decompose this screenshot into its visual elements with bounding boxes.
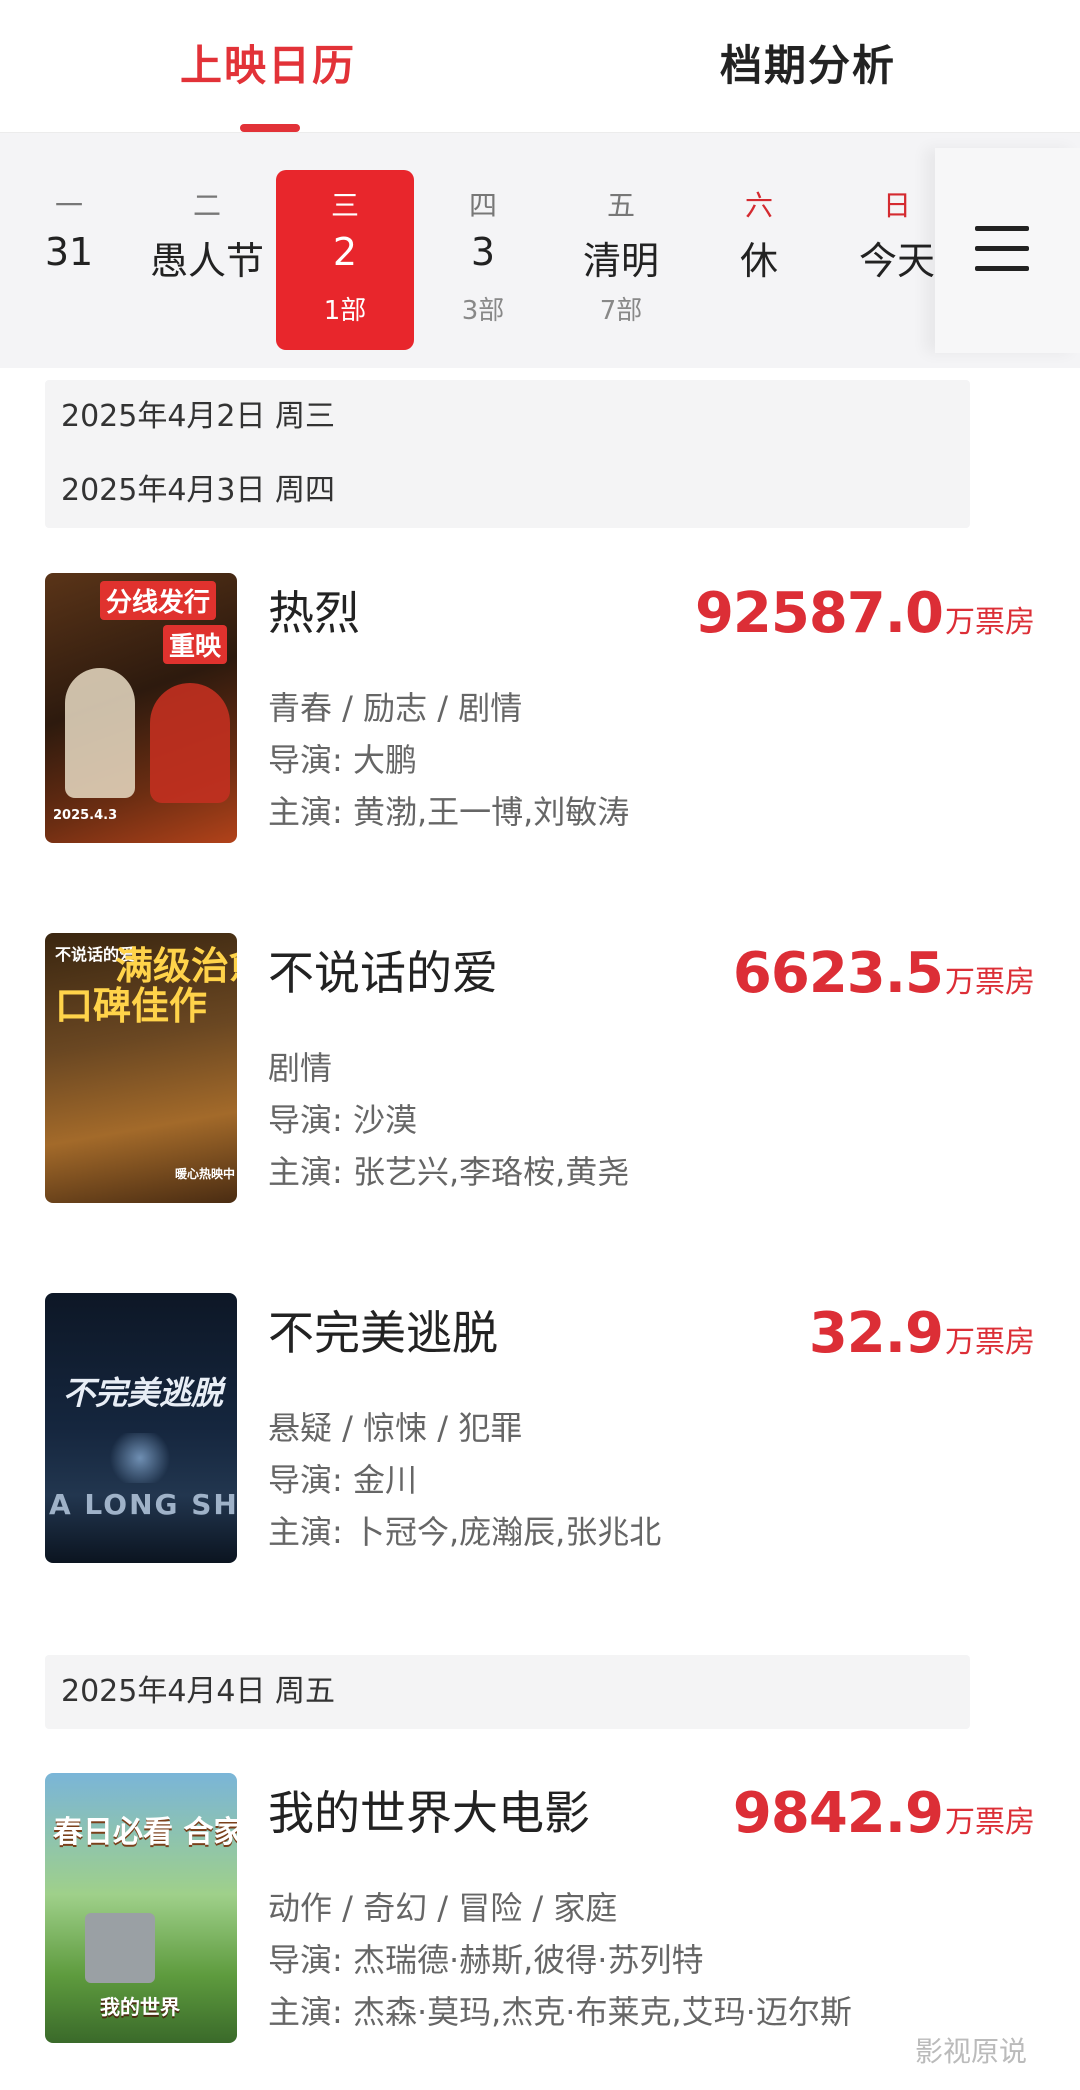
movie-director: 导演: 大鹏 xyxy=(268,741,417,779)
movie-count: 1部 xyxy=(323,296,367,326)
tab-release-calendar[interactable]: 上映日历 xyxy=(180,32,356,93)
poster-english-title: A LONG SHOT xyxy=(49,1488,237,1521)
poster-footer: 暖心热映中 xyxy=(175,1167,236,1181)
weekday-label: 二 xyxy=(192,189,221,222)
movie-director: 导演: 金川 xyxy=(268,1461,417,1499)
box-office-unit: 万票房 xyxy=(945,1805,1035,1840)
calendar-menu-button[interactable] xyxy=(935,148,1080,353)
poster-tag: 重映 xyxy=(163,625,228,664)
movie-cast: 主演: 黄渤,王一博,刘敏涛 xyxy=(268,793,630,831)
movie-poster[interactable]: 不完美逃脱 A LONG SHOT xyxy=(45,1293,237,1563)
box-office: 6623.5万票房 xyxy=(733,941,1035,1006)
box-office: 9842.9万票房 xyxy=(733,1781,1035,1846)
box-office-unit: 万票房 xyxy=(945,965,1035,1000)
date-section-header: 2025年4月2日 周三 2025年4月3日 周四 xyxy=(45,380,970,528)
box-office-unit: 万票房 xyxy=(945,605,1035,640)
movie-item[interactable]: 不说话的爱 口碑佳作 满级治愈 暖心热映中 不说话的爱 6623.5万票房 剧情… xyxy=(45,933,1035,1203)
movie-count: 7部 xyxy=(599,296,643,326)
box-office: 32.9万票房 xyxy=(809,1301,1035,1366)
calendar-day-tue[interactable]: 二 愚人节 xyxy=(138,170,276,350)
movie-genre: 悬疑 / 惊悚 / 犯罪 xyxy=(268,1409,523,1447)
calendar-day-mon[interactable]: 一 31 xyxy=(0,170,138,350)
movie-director: 导演: 杰瑞德·赫斯,彼得·苏列特 xyxy=(268,1941,704,1979)
date-header-apr3: 2025年4月3日 周四 xyxy=(61,473,336,508)
movie-count: 3部 xyxy=(461,296,505,326)
weekday-label: 一 xyxy=(54,189,83,222)
box-office-value: 92587.0 xyxy=(694,581,944,646)
box-office-value: 32.9 xyxy=(808,1301,944,1366)
calendar-day-wed-selected[interactable]: 三 2 1部 xyxy=(276,170,414,350)
movie-title: 不完美逃脱 xyxy=(268,1306,498,1360)
weekday-label: 三 xyxy=(330,189,359,222)
movie-count xyxy=(138,290,276,320)
weekday-label: 四 xyxy=(468,189,497,222)
weekday-label: 五 xyxy=(606,189,635,222)
watermark: 影视原说 xyxy=(915,2035,1028,2068)
poster-title: 不完美逃脱 xyxy=(63,1374,224,1412)
poster-slogan: 春日必看 合家欢乐 xyxy=(53,1815,237,1850)
movie-title: 不说话的爱 xyxy=(268,946,498,1000)
poster-slogan: 满级治愈 xyxy=(115,944,237,988)
movie-genre: 剧情 xyxy=(268,1049,333,1087)
movie-genre: 青春 / 励志 / 剧情 xyxy=(268,689,523,727)
movie-item[interactable]: 春日必看 合家欢乐 我的世界 我的世界大电影 9842.9万票房 动作 / 奇幻… xyxy=(45,1773,1035,2043)
movie-poster[interactable]: 春日必看 合家欢乐 我的世界 xyxy=(45,1773,237,2043)
poster-logo: 我的世界 xyxy=(100,1995,180,2019)
movie-cast: 主演: 杰森·莫玛,杰克·布莱克,艾玛·迈尔斯 xyxy=(268,1993,852,2031)
weekday-label: 六 xyxy=(744,189,773,222)
top-tab-bar: 上映日历 档期分析 xyxy=(0,0,1080,133)
box-office-unit: 万票房 xyxy=(945,1325,1035,1360)
movie-director: 导演: 沙漠 xyxy=(268,1101,417,1139)
tab-schedule-analysis[interactable]: 档期分析 xyxy=(720,32,896,93)
calendar-day-fri[interactable]: 五 清明 7部 xyxy=(552,170,690,350)
box-office: 92587.0万票房 xyxy=(695,581,1035,646)
active-tab-indicator xyxy=(240,124,300,132)
movie-poster[interactable]: 分线发行 重映 2025.4.3 xyxy=(45,573,237,843)
date-label: 2 xyxy=(332,230,358,274)
poster-slogan: 口碑佳作 xyxy=(55,984,208,1028)
calendar-strip: 一 31 二 愚人节 三 2 1部 四 3 3部 五 清明 7部 六 休 日 今… xyxy=(0,133,1080,368)
poster-date: 2025.4.3 xyxy=(53,808,118,823)
hamburger-menu-icon xyxy=(975,226,1029,272)
movie-genre: 动作 / 奇幻 / 冒险 / 家庭 xyxy=(268,1889,618,1927)
poster-tag: 分线发行 xyxy=(100,581,217,620)
calendar-day-thu[interactable]: 四 3 3部 xyxy=(414,170,552,350)
date-section-header: 2025年4月4日 周五 xyxy=(45,1655,970,1729)
date-header-apr4: 2025年4月4日 周五 xyxy=(61,1674,336,1709)
date-label: 清明 xyxy=(582,239,659,278)
movie-poster[interactable]: 不说话的爱 口碑佳作 满级治愈 暖心热映中 xyxy=(45,933,237,1203)
box-office-value: 6623.5 xyxy=(732,941,944,1006)
movie-item[interactable]: 不完美逃脱 A LONG SHOT 不完美逃脱 32.9万票房 悬疑 / 惊悚 … xyxy=(45,1293,1035,1563)
movie-count xyxy=(0,290,138,320)
movie-title: 我的世界大电影 xyxy=(268,1786,590,1840)
date-header-apr2: 2025年4月2日 周三 xyxy=(61,399,336,434)
date-label: 3 xyxy=(470,230,496,274)
date-label: 休 xyxy=(739,239,778,278)
date-label: 愚人节 xyxy=(149,239,264,278)
movie-cast: 主演: 卜冠今,庞瀚辰,张兆北 xyxy=(268,1513,662,1551)
calendar-day-sat[interactable]: 六 休 xyxy=(690,170,828,350)
movie-title: 热烈 xyxy=(268,586,360,640)
box-office-value: 9842.9 xyxy=(732,1781,944,1846)
date-label: 31 xyxy=(44,230,94,274)
movie-item[interactable]: 分线发行 重映 2025.4.3 热烈 92587.0万票房 青春 / 励志 /… xyxy=(45,573,1035,843)
movie-cast: 主演: 张艺兴,李珞桉,黄尧 xyxy=(268,1153,630,1191)
movie-count xyxy=(690,290,828,320)
